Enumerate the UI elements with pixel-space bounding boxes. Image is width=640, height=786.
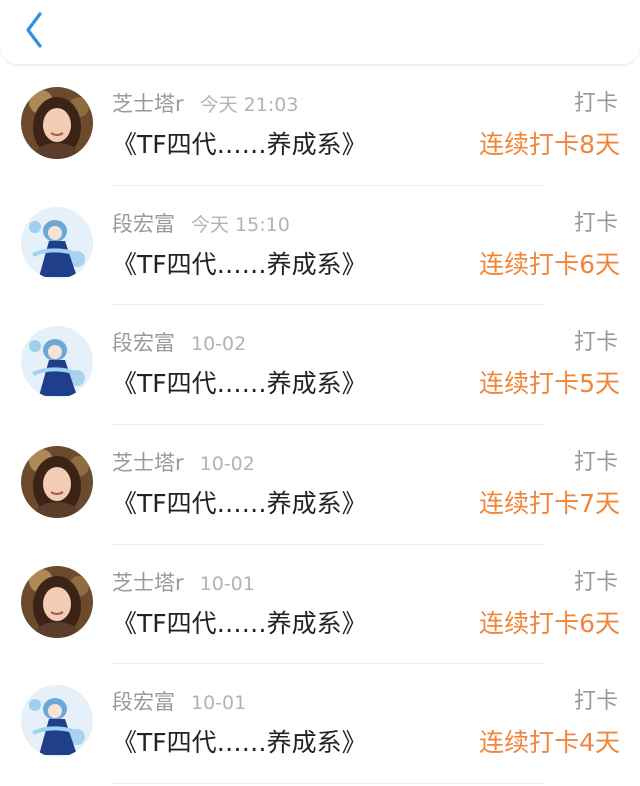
action-label: 打卡 [573,689,618,715]
back-button[interactable] [18,10,54,50]
timestamp: 今天 21:03 [199,94,299,116]
item-title[interactable]: 《TF四代……养成系》 [112,367,367,401]
user-name[interactable]: 芝士塔r [112,451,184,475]
list-item[interactable]: 段宏富 10-01 《TF四代……养成系》 打卡 连续打卡4天 [0,664,640,784]
user-name[interactable]: 段宏富 [112,690,175,714]
timestamp: 10-02 [199,453,255,476]
avatar[interactable] [21,565,93,638]
item-title[interactable]: 《TF四代……养成系》 [112,726,367,760]
streak-label: 连续打卡8天 [479,130,620,159]
list-item[interactable]: 芝士塔r 10-02 《TF四代……养成系》 打卡 连续打卡7天 [0,425,640,545]
action-label: 打卡 [573,330,618,356]
item-meta: 段宏富 10-02 [112,329,246,358]
user-name[interactable]: 段宏富 [112,331,175,355]
list-item[interactable]: 芝士塔r 10-01 《TF四代……养成系》 打卡 连续打卡6天 [0,545,640,665]
anime-avatar-icon [21,206,93,279]
item-meta: 芝士塔r 10-01 [112,569,255,598]
timestamp: 今天 15:10 [191,213,290,236]
avatar[interactable] [21,87,93,159]
chevron-left-icon [26,12,42,48]
user-name[interactable]: 芝士塔r [112,571,184,595]
item-title[interactable]: 《TF四代……养成系》 [112,128,367,162]
list-item[interactable]: 芝士塔r 今天 21:03 《TF四代……养成系》 打卡 连续打卡8天 [0,66,640,186]
user-name[interactable]: 段宏富 [112,212,175,236]
avatar[interactable] [21,685,93,758]
action-label: 打卡 [573,450,618,476]
avatar[interactable] [21,446,93,519]
streak-label: 连续打卡4天 [479,728,620,758]
streak-label: 连续打卡6天 [479,249,620,279]
streak-label: 连续打卡6天 [479,608,620,638]
item-title[interactable]: 《TF四代……养成系》 [112,248,367,282]
item-meta: 芝士塔r 10-02 [112,449,255,478]
avatar[interactable] [21,326,93,399]
timestamp: 10-01 [199,572,255,595]
user-name[interactable]: 芝士塔r [112,92,184,116]
item-title[interactable]: 《TF四代……养成系》 [112,487,367,521]
item-meta: 芝士塔r 今天 21:03 [112,90,298,119]
top-bar [0,0,640,65]
anime-avatar-icon [21,326,93,399]
timestamp: 10-01 [191,692,247,715]
anime-avatar-icon [21,685,93,758]
list-item[interactable]: 段宏富 今天 15:10 《TF四代……养成系》 打卡 连续打卡6天 [0,186,640,306]
action-label: 打卡 [573,569,618,595]
streak-label: 连续打卡7天 [479,489,620,519]
action-label: 打卡 [573,91,618,116]
avatar[interactable] [21,206,93,279]
item-title[interactable]: 《TF四代……养成系》 [112,607,367,641]
timestamp: 10-02 [191,333,247,356]
action-label: 打卡 [573,210,618,236]
item-meta: 段宏富 10-01 [112,688,246,717]
item-meta: 段宏富 今天 15:10 [112,210,290,239]
girl-avatar-icon [21,446,93,519]
girl-avatar-icon [21,565,93,638]
girl-avatar-icon [21,87,93,159]
list-item[interactable]: 段宏富 10-02 《TF四代……养成系》 打卡 连续打卡5天 [0,305,640,425]
checkin-list: 芝士塔r 今天 21:03 《TF四代……养成系》 打卡 连续打卡8天 段宏富 今天… [0,66,640,784]
streak-label: 连续打卡5天 [479,369,620,399]
